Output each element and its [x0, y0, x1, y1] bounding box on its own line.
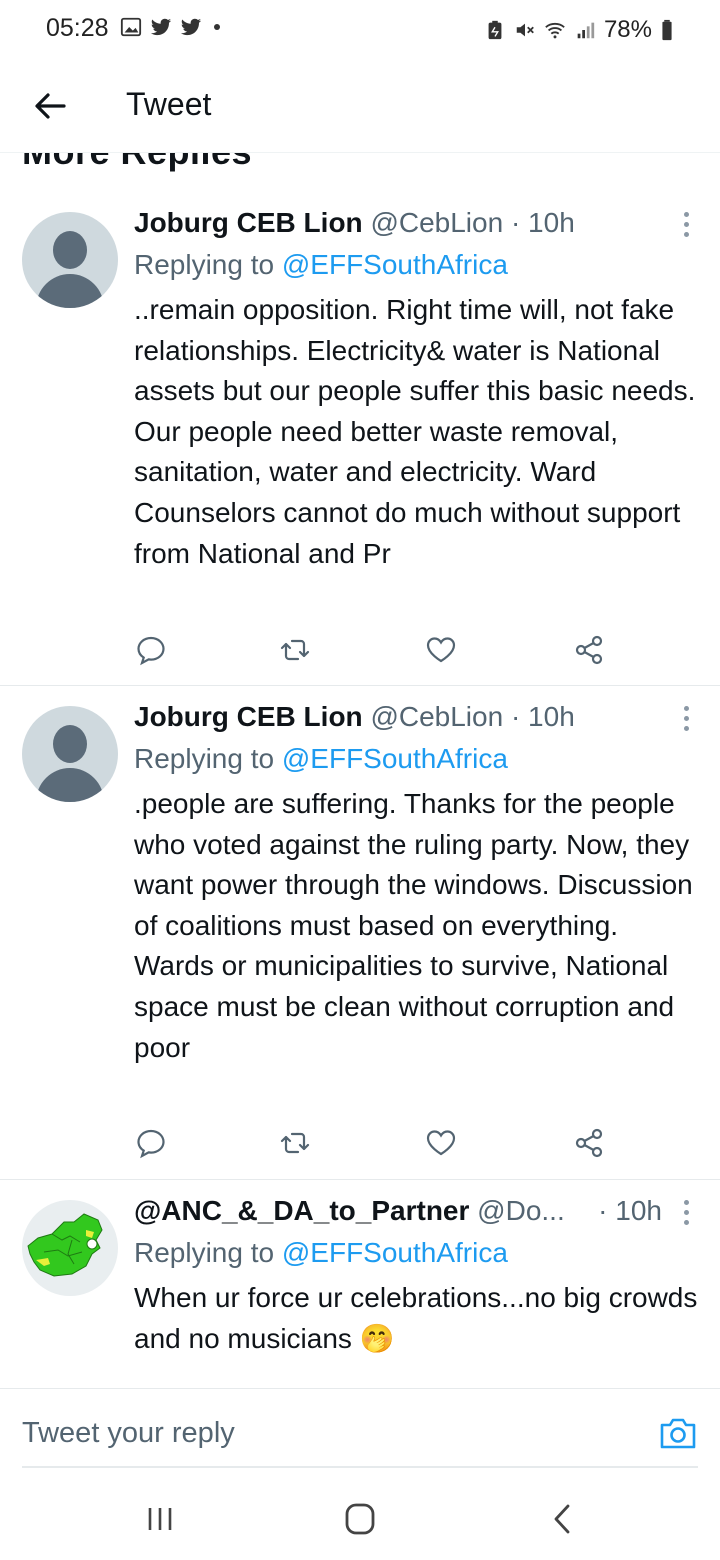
reply-tweet[interactable]: Joburg CEB Lion @CebLion · 10h Replying …: [0, 183, 720, 686]
back-nav-icon[interactable]: [544, 1502, 584, 1536]
more-options-icon[interactable]: [682, 212, 690, 240]
wifi-icon: [545, 22, 565, 39]
south-africa-map-icon: [27, 1213, 103, 1277]
recent-apps-icon[interactable]: [140, 1502, 180, 1536]
battery-icon: [662, 19, 672, 41]
replying-mention[interactable]: @EFFSouthAfrica: [282, 249, 508, 280]
tweet-text: .people are suffering. Thanks for the pe…: [134, 788, 693, 1063]
share-icon[interactable]: [572, 633, 606, 667]
replying-label: Replying to: [134, 743, 282, 774]
section-heading: More Replies: [22, 153, 252, 173]
avatar[interactable]: [22, 706, 118, 802]
more-options-icon[interactable]: [682, 706, 690, 734]
twitter-icon: [150, 18, 172, 36]
status-time: 05:28: [46, 14, 109, 42]
like-icon[interactable]: [424, 633, 458, 667]
replying-mention[interactable]: @EFFSouthAfrica: [282, 1237, 508, 1268]
avatar[interactable]: [22, 1200, 118, 1296]
tweet-text: When ur force ur celebrations...no big c…: [134, 1282, 698, 1354]
camera-icon[interactable]: [658, 1415, 698, 1451]
share-icon[interactable]: [572, 1126, 606, 1160]
gallery-icon: [120, 17, 142, 37]
retweet-icon[interactable]: [278, 1126, 312, 1160]
battery-saver-icon: [488, 20, 502, 40]
replying-label: Replying to: [134, 249, 282, 280]
reply-icon[interactable]: [134, 633, 168, 667]
more-options-icon[interactable]: [682, 1200, 690, 1228]
page-title: Tweet: [126, 86, 212, 122]
reply-tweet[interactable]: Joburg CEB Lion @CebLion · 10h Replying …: [0, 686, 720, 1180]
replies-list[interactable]: More Replies Joburg CEB Lion @CebLion · …: [0, 153, 720, 1388]
author-handle: @CebLion · 10h: [370, 207, 575, 238]
replying-label: Replying to: [134, 1237, 282, 1268]
tweet-actions: [134, 633, 614, 669]
tweet-actions: [134, 1126, 614, 1162]
replying-mention[interactable]: @EFFSouthAfrica: [282, 743, 508, 774]
signal-icon: [577, 22, 595, 39]
back-arrow-icon[interactable]: [28, 84, 72, 128]
tweet-text: ..remain opposition. Right time will, no…: [134, 294, 696, 569]
twitter-icon: [180, 18, 202, 36]
tweet-time: · 10h: [598, 1195, 662, 1226]
author-handle: @CebLion · 10h: [370, 701, 575, 732]
reply-composer: Tweet your reply: [0, 1388, 720, 1478]
author-name[interactable]: Joburg CEB Lion: [134, 701, 363, 732]
avatar[interactable]: [22, 212, 118, 308]
like-icon[interactable]: [424, 1126, 458, 1160]
retweet-icon[interactable]: [278, 633, 312, 667]
author-handle: @Do...: [477, 1195, 565, 1226]
reply-icon[interactable]: [134, 1126, 168, 1160]
battery-percent: 78%: [603, 16, 652, 43]
notification-dot-icon: [214, 24, 220, 30]
home-icon[interactable]: [340, 1502, 380, 1536]
top-app-bar: Tweet: [0, 58, 720, 153]
author-name[interactable]: @ANC_&_DA_to_Partner: [134, 1195, 469, 1226]
reply-tweet[interactable]: @ANC_&_DA_to_Partner @Do... · 10h Replyi…: [0, 1180, 720, 1388]
reply-input-underline: [22, 1466, 698, 1468]
author-name[interactable]: Joburg CEB Lion: [134, 207, 363, 238]
system-navigation-bar: [0, 1478, 720, 1560]
status-bar: 05:28 78%: [0, 0, 720, 58]
reply-input[interactable]: Tweet your reply: [22, 1417, 235, 1450]
mute-icon: [516, 23, 534, 37]
